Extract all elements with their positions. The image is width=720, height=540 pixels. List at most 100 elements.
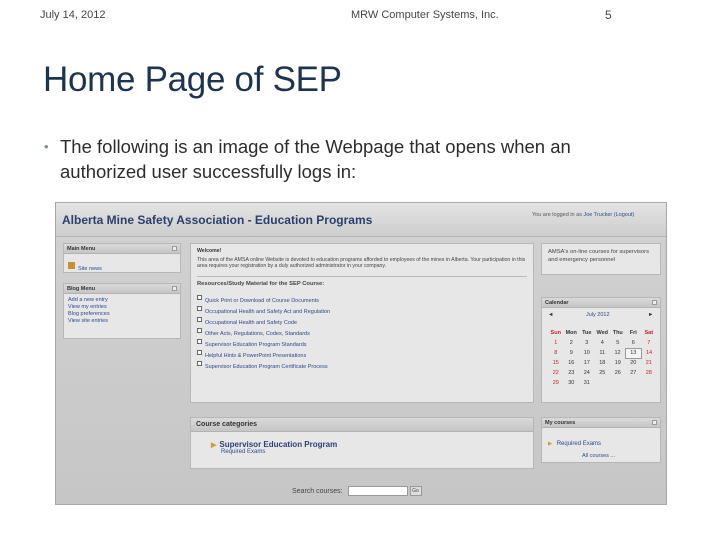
site-news-link[interactable]: Site news bbox=[78, 266, 102, 272]
resource-link[interactable]: Quick Print or Download of Course Docume… bbox=[205, 298, 319, 304]
weekday-label: Sun bbox=[550, 330, 561, 336]
welcome-heading: Welcome! bbox=[197, 248, 222, 254]
folder-icon: ▶ bbox=[211, 442, 217, 449]
info-text: AMSA's on-line courses for supervisors a… bbox=[548, 249, 649, 263]
calendar-day bbox=[595, 378, 611, 388]
my-courses-block: My courses ▶ Required Exams All courses … bbox=[541, 417, 661, 463]
calendar-day[interactable]: 31 bbox=[579, 378, 595, 388]
calendar-day[interactable]: 19 bbox=[610, 358, 626, 368]
calendar-day[interactable]: 16 bbox=[564, 358, 580, 368]
calendar-weekdays: Sun Mon Tue Wed Thu Fri Sat bbox=[548, 328, 657, 338]
calendar-day[interactable]: 11 bbox=[595, 348, 611, 358]
calendar-day[interactable]: 25 bbox=[595, 368, 611, 378]
resource-link[interactable]: Helpful Hints & PowerPoint Presentations bbox=[205, 353, 306, 359]
calendar-week: 1 2 3 4 5 6 7 bbox=[548, 338, 657, 348]
bullet-text: The following is an image of the Webpage… bbox=[60, 136, 571, 182]
calendar-day[interactable]: 18 bbox=[595, 358, 611, 368]
search-courses: Search courses: Go bbox=[292, 486, 422, 496]
resource-link[interactable]: Supervisor Education Program Standards bbox=[205, 342, 307, 348]
calendar-day[interactable]: 2 bbox=[564, 338, 580, 348]
search-input[interactable] bbox=[347, 486, 408, 496]
calendar-day[interactable]: 17 bbox=[579, 358, 595, 368]
logout-link[interactable]: (Logout) bbox=[614, 212, 635, 218]
required-exams-link[interactable]: Required Exams bbox=[221, 449, 513, 456]
weekday-label: Wed bbox=[596, 330, 608, 336]
weekday-label: Fri bbox=[629, 330, 637, 336]
calendar-day[interactable]: 12 bbox=[610, 348, 626, 358]
blog-view-entries-link[interactable]: View my entries bbox=[68, 304, 176, 311]
resource-item[interactable]: Other Acts, Regulations, Codes, Standard… bbox=[197, 327, 527, 338]
calendar-month[interactable]: July 2012 bbox=[586, 312, 610, 318]
resource-item[interactable]: Supervisor Education Program Standards bbox=[197, 338, 527, 349]
blog-add-entry-link[interactable]: Add a new entry bbox=[68, 297, 176, 304]
calendar-prev-icon[interactable]: ◄ bbox=[548, 312, 553, 318]
resource-link[interactable]: Other Acts, Regulations, Codes, Standard… bbox=[205, 331, 310, 337]
welcome-block: Welcome! This area of the AMSA online We… bbox=[190, 243, 534, 403]
resource-item[interactable]: Helpful Hints & PowerPoint Presentations bbox=[197, 349, 527, 360]
resource-link[interactable]: Occupational Health and Safety Act and R… bbox=[205, 309, 330, 315]
info-block: AMSA's on-line courses for supervisors a… bbox=[541, 243, 661, 275]
blog-menu-header: Blog Menu bbox=[64, 284, 180, 294]
calendar-day[interactable]: 15 bbox=[548, 358, 564, 368]
calendar-day[interactable]: 1 bbox=[548, 338, 564, 348]
resources-list: Quick Print or Download of Course Docume… bbox=[197, 294, 527, 371]
category-label: Supervisor Education Program bbox=[219, 440, 338, 449]
calendar-day[interactable]: 5 bbox=[610, 338, 626, 348]
resource-item[interactable]: Quick Print or Download of Course Docume… bbox=[197, 294, 527, 305]
calendar-day[interactable]: 20 bbox=[626, 358, 642, 368]
resource-item[interactable]: Occupational Health and Safety Act and R… bbox=[197, 305, 527, 316]
calendar-day[interactable]: 27 bbox=[626, 368, 642, 378]
login-user-link[interactable]: Joe Trucker bbox=[583, 212, 612, 218]
calendar-day[interactable]: 10 bbox=[579, 348, 595, 358]
calendar-day[interactable]: 4 bbox=[595, 338, 611, 348]
resource-link[interactable]: Supervisor Education Program Certificate… bbox=[205, 364, 328, 370]
login-info: You are logged in as Joe Trucker (Logout… bbox=[532, 212, 634, 218]
calendar-grid: Sun Mon Tue Wed Thu Fri Sat 1 2 3 4 5 6 … bbox=[548, 328, 657, 388]
calendar-day-today[interactable]: 13 bbox=[625, 347, 642, 359]
category-link[interactable]: ▶ Supervisor Education Program bbox=[211, 440, 513, 449]
calendar-day[interactable]: 7 bbox=[641, 338, 657, 348]
main-menu-header: Main Menu bbox=[64, 244, 180, 254]
calendar-day[interactable]: 23 bbox=[564, 368, 580, 378]
calendar-day[interactable]: 21 bbox=[641, 358, 657, 368]
calendar-day[interactable]: 28 bbox=[641, 368, 657, 378]
calendar-next-icon[interactable]: ► bbox=[648, 312, 653, 318]
my-courses-header: My courses bbox=[542, 418, 660, 428]
course-icon: ▶ bbox=[548, 441, 553, 447]
collapse-icon[interactable] bbox=[652, 420, 657, 425]
slide-title: Home Page of SEP bbox=[43, 60, 342, 99]
calendar-day bbox=[610, 378, 626, 388]
collapse-icon[interactable] bbox=[172, 286, 177, 291]
calendar-week: 29 30 31 bbox=[548, 378, 657, 388]
calendar-day[interactable]: 9 bbox=[564, 348, 580, 358]
calendar-day[interactable]: 26 bbox=[610, 368, 626, 378]
blog-preferences-link[interactable]: Blog preferences bbox=[68, 311, 176, 318]
my-course-item[interactable]: ▶ Required Exams bbox=[548, 432, 654, 450]
calendar-day[interactable]: 8 bbox=[548, 348, 564, 358]
blog-site-entries-link[interactable]: View site entries bbox=[68, 318, 176, 325]
calendar-week: 15 16 17 18 19 20 21 bbox=[548, 358, 657, 368]
collapse-icon[interactable] bbox=[172, 246, 177, 251]
my-course-link[interactable]: Required Exams bbox=[557, 441, 601, 447]
calendar-day[interactable]: 3 bbox=[579, 338, 595, 348]
calendar-block: Calendar ◄ July 2012 ► Sun Mon Tue Wed T… bbox=[541, 297, 661, 403]
collapse-icon[interactable] bbox=[652, 300, 657, 305]
go-button[interactable]: Go bbox=[409, 486, 422, 496]
course-categories-header: Course categories bbox=[191, 418, 533, 432]
resource-item[interactable]: Occupational Health and Safety Code bbox=[197, 316, 527, 327]
weekday-label: Sat bbox=[644, 330, 654, 336]
slide-company: MRW Computer Systems, Inc. bbox=[351, 9, 499, 21]
search-label: Search courses: bbox=[292, 487, 343, 495]
calendar-day[interactable]: 24 bbox=[579, 368, 595, 378]
divider bbox=[197, 275, 527, 277]
calendar-day[interactable]: 22 bbox=[548, 368, 564, 378]
resource-item[interactable]: Supervisor Education Program Certificate… bbox=[197, 360, 527, 371]
calendar-day[interactable]: 6 bbox=[626, 338, 642, 348]
calendar-day[interactable]: 14 bbox=[641, 348, 657, 358]
resource-link[interactable]: Occupational Health and Safety Code bbox=[205, 320, 297, 326]
all-courses-link[interactable]: All courses ... bbox=[582, 453, 654, 460]
calendar-day[interactable]: 29 bbox=[548, 378, 564, 388]
main-menu-title: Main Menu bbox=[67, 246, 96, 252]
calendar-day[interactable]: 30 bbox=[564, 378, 580, 388]
checkbox-icon bbox=[197, 306, 202, 312]
